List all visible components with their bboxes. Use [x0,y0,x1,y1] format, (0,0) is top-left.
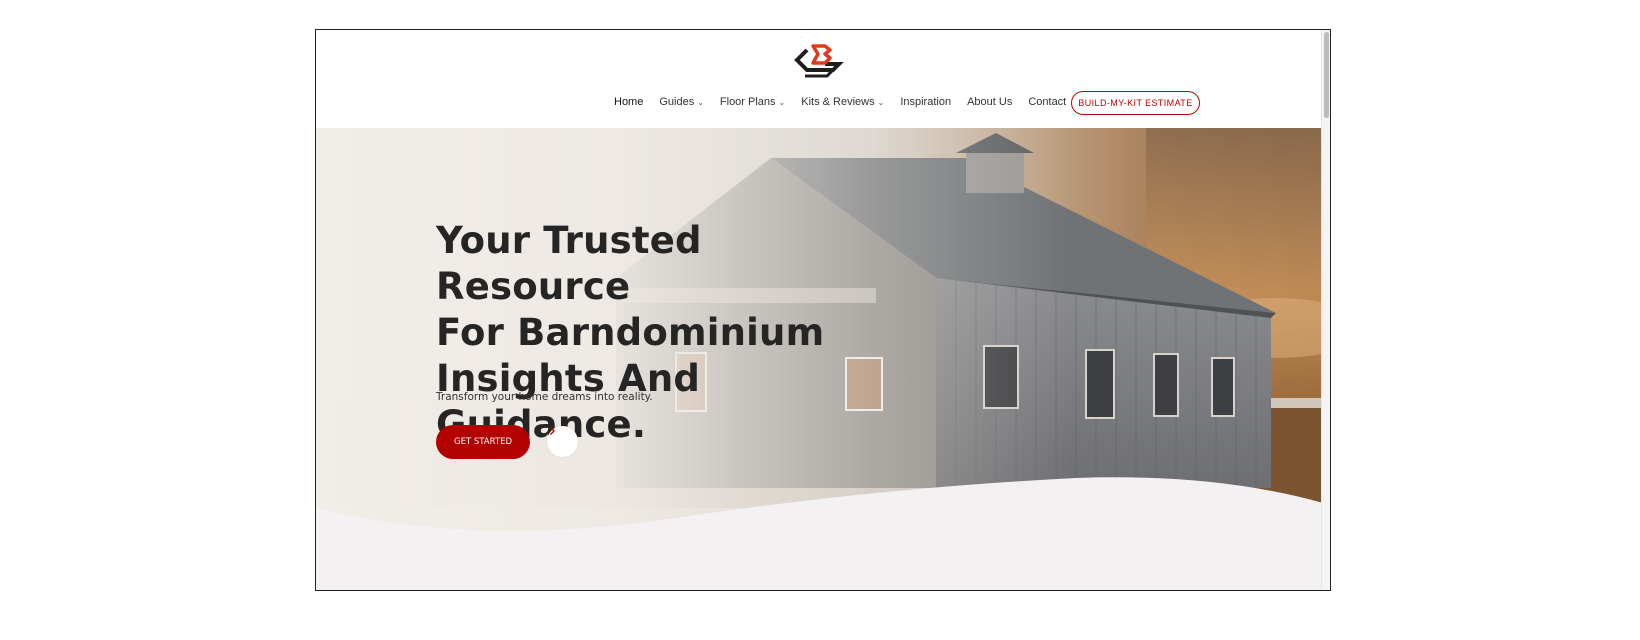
nav-item-label: About Us [967,96,1013,108]
site-header: Home Guides ⌄ Floor Plans ⌄ Kits & Reviews ⌄ In… [316,30,1323,128]
site-logo[interactable] [793,42,847,80]
nav-item-home[interactable]: Home [614,96,643,108]
browser-viewport: Home Guides ⌄ Floor Plans ⌄ Kits & Reviews ⌄ In… [315,29,1331,591]
main-nav: Home Guides ⌄ Floor Plans ⌄ Kits & Reviews ⌄ In… [614,96,1082,108]
get-started-button[interactable]: GET STARTED [436,425,530,459]
nav-item-kits-reviews[interactable]: Kits & Reviews ⌄ [801,96,884,108]
nav-item-label: Kits & Reviews [801,96,875,108]
nav-item-guides[interactable]: Guides ⌄ [659,96,704,108]
chevron-down-icon: ⌄ [697,97,704,107]
vertical-scrollbar[interactable] [1321,30,1330,590]
next-arrow-button[interactable] [547,426,578,457]
nav-item-about-us[interactable]: About Us [967,96,1012,108]
nav-item-label: Floor Plans [719,96,776,108]
chevron-down-icon: ⌄ [778,97,786,107]
scrollbar-thumb[interactable] [1324,32,1329,118]
nav-item-label: Guides [659,96,695,108]
hero-title-line-2: For Barndominium [436,311,825,354]
nav-item-floor-plans[interactable]: Floor Plans ⌄ [720,96,785,108]
nav-item-contact[interactable]: Contact [1028,96,1066,108]
hero-title-line-1: Your Trusted Resource [436,219,702,308]
hero-section: Your Trusted Resource For Barndominium I… [316,128,1323,590]
nav-item-label: Home [614,96,644,108]
nav-item-inspiration[interactable]: Inspiration [900,96,951,108]
nav-item-label: Contact [1028,96,1067,108]
hero-title: Your Trusted Resource For Barndominium I… [436,218,906,448]
nav-item-label: Inspiration [900,96,952,108]
chevron-down-icon: ⌄ [877,97,885,107]
hero-subtitle: Transform your home dreams into reality. [436,391,653,403]
build-my-kit-estimate-button[interactable]: BUILD-MY-KIT ESTIMATE [1071,91,1200,115]
chevron-right-icon [550,427,555,435]
